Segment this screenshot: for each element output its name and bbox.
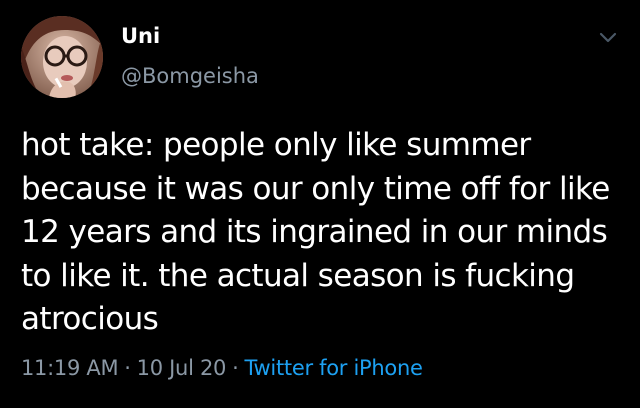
chevron-down-icon[interactable] (596, 28, 620, 48)
author-handle[interactable]: @Bomgeisha (121, 64, 259, 88)
separator: · (124, 356, 131, 380)
tweet-metadata: 11:19 AM · 10 Jul 20 · Twitter for iPhone (21, 356, 423, 380)
tweet-text: hot take: people only like summer becaus… (21, 127, 610, 337)
avatar-image (21, 16, 103, 98)
author-display-name[interactable]: Uni (121, 24, 160, 48)
tweet-date[interactable]: 10 Jul 20 (137, 356, 227, 380)
separator: · (232, 356, 239, 380)
tweet-time[interactable]: 11:19 AM (21, 356, 119, 380)
avatar[interactable] (21, 16, 103, 98)
tweet-source-link[interactable]: Twitter for iPhone (245, 356, 423, 380)
tweet-card: Uni @Bomgeisha hot take: people only lik… (0, 0, 640, 408)
